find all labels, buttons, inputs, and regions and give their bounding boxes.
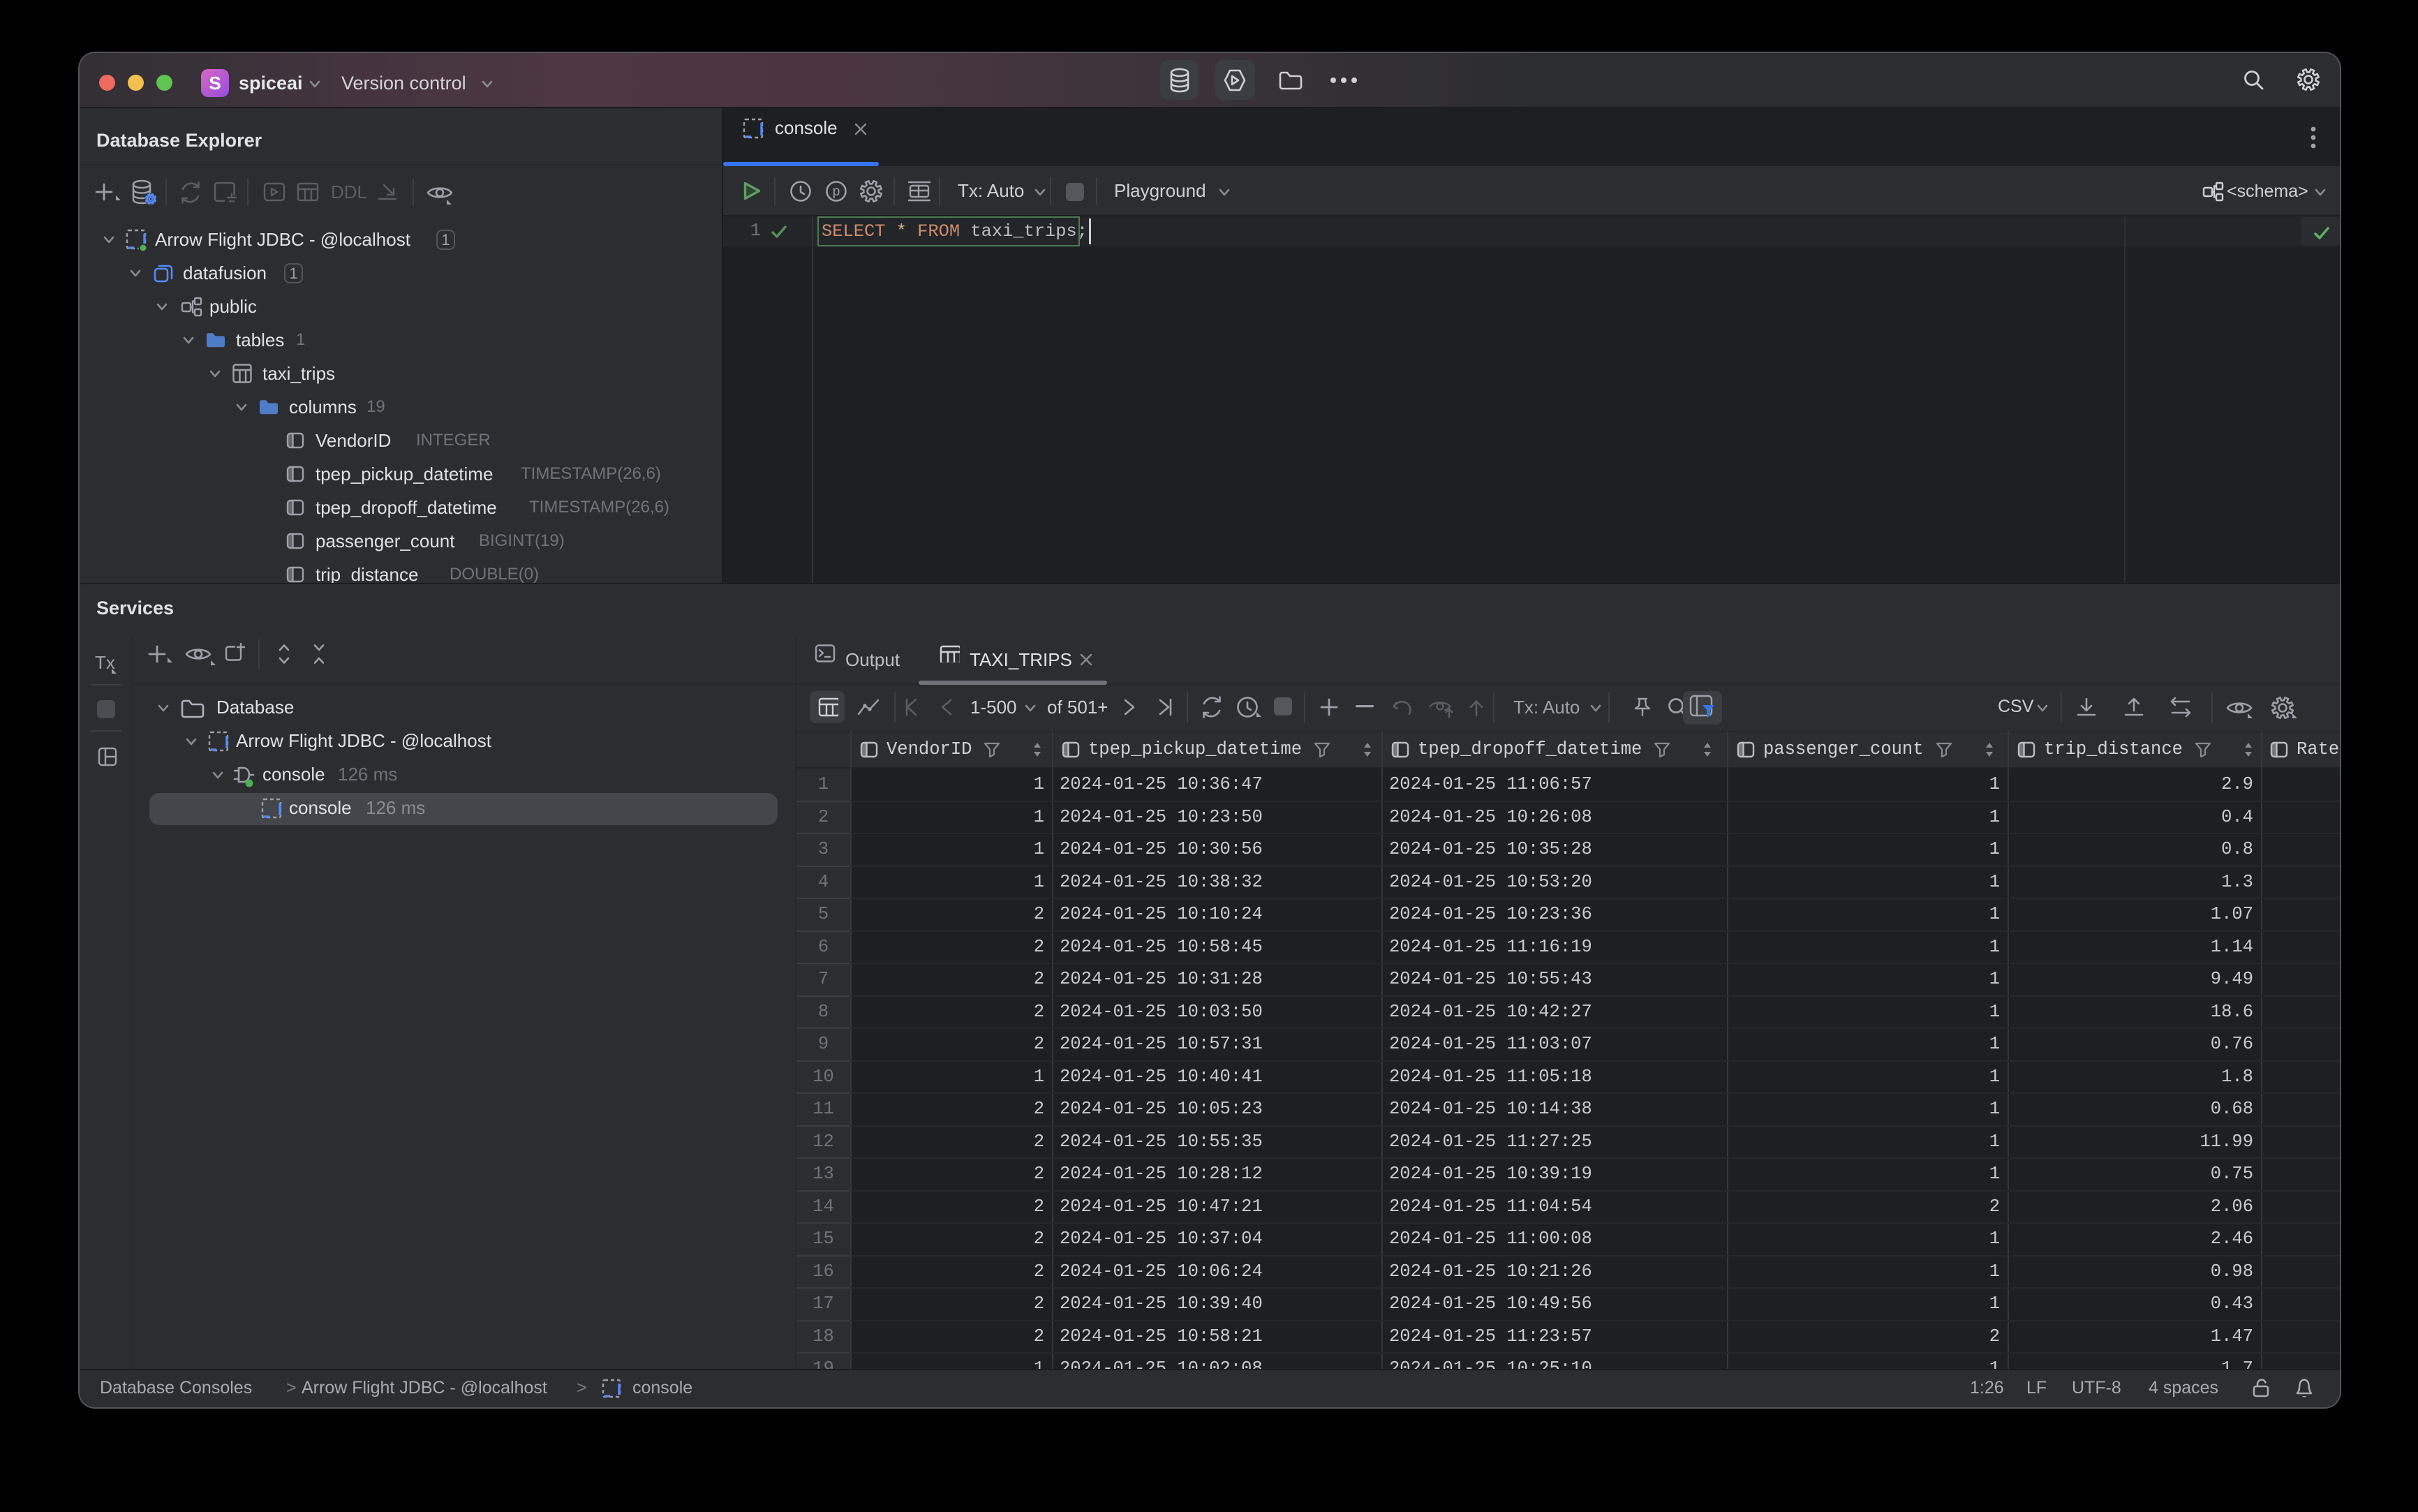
svg-text:p: p (833, 184, 840, 199)
